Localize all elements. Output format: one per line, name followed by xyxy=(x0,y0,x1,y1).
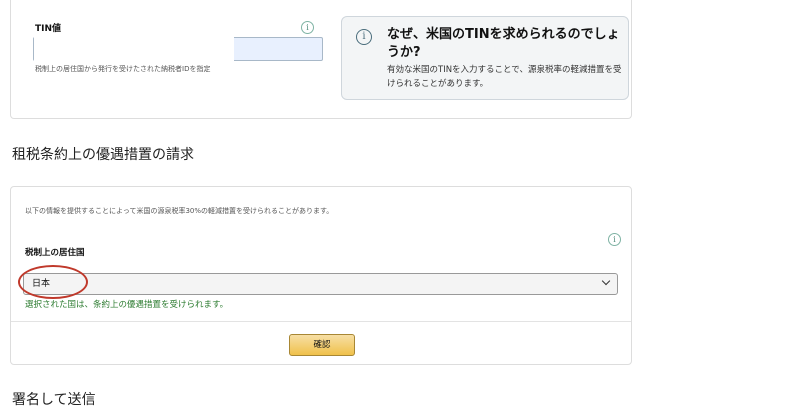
sign-section-title: 署名して送信 xyxy=(12,392,96,408)
treaty-section-title: 租税条約上の優遇措置の請求 xyxy=(12,147,194,163)
info-icon[interactable]: i xyxy=(608,233,621,246)
residence-country-value: 日本 xyxy=(32,279,51,289)
why-tin-title: なぜ、米国のTINを求められるのでしょうか? xyxy=(387,27,620,60)
treaty-description: 以下の情報を提供することによって米国の源泉税率30%の軽減措置を受けられることが… xyxy=(25,207,334,215)
info-icon: i xyxy=(356,29,372,45)
divider xyxy=(11,321,631,322)
residence-country-label: 税制上の居住国 xyxy=(25,248,85,258)
tin-help-text: 税制上の居住国から発行を受けたされた納税者IDを指定 xyxy=(35,65,211,73)
info-icon[interactable]: i xyxy=(301,21,314,34)
tin-card: TIN値 i 税制上の居住国から発行を受けたされた納税者IDを指定 i なぜ、米… xyxy=(10,0,632,119)
confirm-button[interactable]: 確認 xyxy=(289,334,355,356)
redaction-mask xyxy=(34,37,234,61)
tin-label: TIN値 xyxy=(35,24,62,34)
why-tin-info-box: i なぜ、米国のTINを求められるのでしょうか? 有効な米国のTINを入力するこ… xyxy=(341,16,629,100)
treaty-card: 以下の情報を提供することによって米国の源泉税率30%の軽減措置を受けられることが… xyxy=(10,186,632,365)
tin-input[interactable] xyxy=(33,37,323,61)
chevron-down-icon xyxy=(601,276,611,286)
residence-country-select[interactable]: 日本 xyxy=(23,273,618,295)
treaty-eligibility-note: 選択された国は、条約上の優遇措置を受けられます。 xyxy=(25,300,229,310)
why-tin-body: 有効な米国のTINを入力することで、源泉税率の軽減措置を受けられることがあります… xyxy=(387,65,622,89)
